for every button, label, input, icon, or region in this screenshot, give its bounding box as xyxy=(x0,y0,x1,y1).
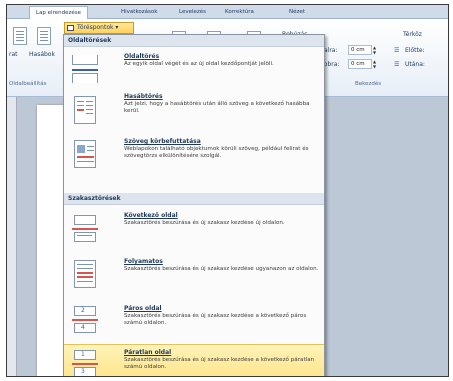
group-page-setup-label: Oldalbeállítás xyxy=(9,81,47,87)
word-window: Lap elrendezése Hivatkozások Levelezés K… xyxy=(6,4,449,377)
menu-item-description: Azt jelzi, hogy a hasábtörés után álló s… xyxy=(124,101,310,114)
ribbon-tab-bar: Lap elrendezése Hivatkozások Levelezés K… xyxy=(7,5,448,19)
breaks-button[interactable]: Töréspontok ▾ xyxy=(64,22,134,34)
menu-item-description: Szakasztörés beszúrása és új szakasz kez… xyxy=(124,313,307,326)
orientation-label: rat xyxy=(9,51,18,58)
menu-item-title: Szöveg körbefuttatása xyxy=(124,138,201,145)
orientation-icon[interactable] xyxy=(13,27,27,45)
tab-page-layout[interactable]: Lap elrendezése xyxy=(29,6,88,19)
breaks-icon xyxy=(67,25,74,31)
menu-item-title: Folyamatos xyxy=(124,258,163,265)
columns-label: Hasábok xyxy=(29,51,55,58)
menu-item-title: Páratlan oldal xyxy=(124,349,172,356)
next-page-icon xyxy=(72,215,98,242)
page-break-icon xyxy=(72,55,98,83)
vertical-ruler xyxy=(7,97,17,376)
spacing-label: Térköz xyxy=(403,31,422,38)
spacing-before-icon: ☰ xyxy=(394,47,400,54)
odd-page-icon: 1 3 xyxy=(72,350,98,376)
spacing-after-icon: ☰ xyxy=(394,61,400,68)
tab-view[interactable]: Nézet xyxy=(283,6,311,19)
breaks-button-label: Töréspontok xyxy=(77,24,114,31)
menu-item-description: Weblapokon található objektumok körüli s… xyxy=(124,146,309,159)
menu-item-title: Hasábtörés xyxy=(124,93,163,100)
continuous-icon xyxy=(72,260,98,288)
menu-item-title: Páros oldal xyxy=(124,305,162,312)
menu-item-next-page[interactable]: Következő oldal Szakasztörés beszúrása é… xyxy=(64,207,324,251)
menu-item-text-wrapping[interactable]: Szöveg körbefuttatása Weblapokon találha… xyxy=(64,133,324,177)
even-page-icon: 2 4 xyxy=(72,306,98,333)
indent-left-label: alra: xyxy=(324,47,338,54)
menu-item-title: Következő oldal xyxy=(124,212,178,219)
indent-left-spinner[interactable]: ▲ ▼ xyxy=(373,45,378,55)
breaks-menu: Oldaltörések Oldaltörés Az egyik oldal v… xyxy=(63,34,325,376)
menu-item-description: Az egyik oldal végét és az új oldal kezd… xyxy=(124,61,274,67)
text-wrapping-icon xyxy=(72,140,98,168)
indent-right-field[interactable]: 0 cm xyxy=(348,59,372,69)
menu-item-description: Szakasztörés beszúrása és új szakasz kez… xyxy=(124,357,315,370)
group-paragraph-label: Bekezdés xyxy=(355,81,382,87)
indent-left-field[interactable]: 0 cm xyxy=(348,45,372,55)
menu-item-page-break[interactable]: Oldaltörés Az egyik oldal végét és az új… xyxy=(64,48,324,89)
tab-references[interactable]: Hivatkozások xyxy=(115,6,163,19)
menu-item-odd-page[interactable]: 1 3 Páratlan oldal Szakasztörés beszúrás… xyxy=(64,344,324,376)
columns-icon[interactable] xyxy=(37,27,51,45)
section-header-page-breaks: Oldaltörések xyxy=(64,35,324,47)
menu-item-column-break[interactable]: Hasábtörés Azt jelzi, hogy a hasábtörés … xyxy=(64,90,324,132)
column-break-icon xyxy=(72,96,98,124)
indent-right-spinner[interactable]: ▲ ▼ xyxy=(373,59,378,69)
menu-item-continuous[interactable]: Folyamatos Szakasztörés beszúrása és új … xyxy=(64,252,324,298)
tab-review[interactable]: Korrektúra xyxy=(219,6,260,19)
menu-item-title: Oldaltörés xyxy=(124,53,160,60)
spacing-after-label: Utána: xyxy=(405,61,425,68)
menu-item-description: Szakasztörés beszúrása és új szakasz kez… xyxy=(124,220,285,226)
spacing-before-label: Előtte: xyxy=(405,47,425,54)
menu-item-description: Szakasztörés beszúrása és új szakasz kez… xyxy=(124,266,319,272)
section-header-section-breaks: Szakasztörések xyxy=(64,193,324,205)
tab-mailings[interactable]: Levelezés xyxy=(173,6,212,19)
menu-item-even-page[interactable]: 2 4 Páros oldal Szakasztörés beszúrása é… xyxy=(64,299,324,343)
